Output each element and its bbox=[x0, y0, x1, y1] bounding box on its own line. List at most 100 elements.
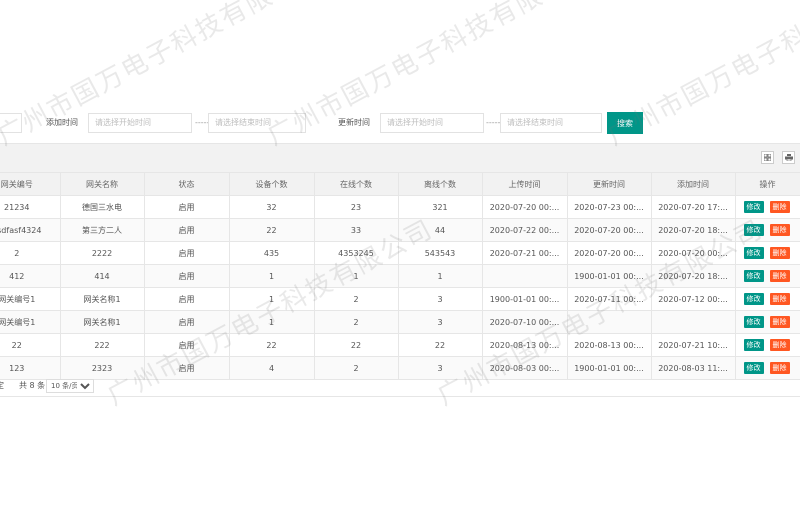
delete-button[interactable]: 删除 bbox=[769, 201, 790, 213]
cell-gateway-id: 2 bbox=[0, 241, 61, 265]
gateway-table: 网关编号 网关名称 状态 设备个数 在线个数 离线个数 上传时间 更新时间 添加… bbox=[0, 173, 800, 380]
cell-online-count: 2 bbox=[314, 287, 399, 311]
add-time-end-input[interactable]: 请选择结束时间 bbox=[208, 113, 306, 133]
delete-button[interactable]: 删除 bbox=[769, 339, 790, 351]
col-status[interactable]: 状态 bbox=[144, 173, 230, 196]
edit-button[interactable]: 修改 bbox=[743, 224, 764, 236]
table-row[interactable]: 21234 德国三水电 启用 32 23 321 2020-07-20 00:... 2020… bbox=[0, 195, 800, 219]
cell-upload-time: 1900-01-01 00:... bbox=[482, 287, 568, 311]
cell-offline-count: 543543 bbox=[398, 241, 483, 265]
edit-button[interactable]: 修改 bbox=[743, 362, 764, 374]
cell-online-count: 23 bbox=[314, 195, 399, 219]
page-size-select[interactable]: 10 条/页 bbox=[46, 379, 94, 393]
cell-actions: 修改 删除 bbox=[735, 218, 800, 242]
cell-gateway-name: 414 bbox=[60, 264, 145, 288]
delete-button[interactable]: 删除 bbox=[769, 224, 790, 236]
cell-gateway-name: 网关名称1 bbox=[60, 287, 145, 311]
cell-update-time: 2020-08-13 00:... bbox=[567, 333, 652, 357]
cell-status: 启用 bbox=[144, 195, 230, 219]
col-upload-time[interactable]: 上传时间 bbox=[482, 173, 568, 196]
grid-icon[interactable] bbox=[761, 151, 774, 164]
cell-gateway-id: 2sdfasf4324 bbox=[0, 218, 61, 242]
keyword-input[interactable] bbox=[0, 113, 22, 133]
pager-total: 共 8 条 bbox=[19, 381, 46, 390]
delete-button[interactable]: 删除 bbox=[769, 270, 790, 282]
add-time-label: 添加时间 bbox=[46, 118, 78, 127]
delete-button[interactable]: 删除 bbox=[769, 362, 790, 374]
cell-status: 启用 bbox=[144, 218, 230, 242]
delete-button[interactable]: 删除 bbox=[769, 247, 790, 259]
cell-status: 启用 bbox=[144, 287, 230, 311]
cell-upload-time bbox=[482, 264, 568, 288]
search-button[interactable]: 搜索 bbox=[607, 112, 643, 134]
cell-offline-count: 3 bbox=[398, 310, 483, 334]
cell-device-count: 22 bbox=[229, 333, 315, 357]
cell-status: 启用 bbox=[144, 264, 230, 288]
cell-device-count: 1 bbox=[229, 264, 315, 288]
cell-update-time: 2020-07-11 00:... bbox=[567, 287, 652, 311]
cell-online-count: 2 bbox=[314, 310, 399, 334]
add-time-start-input[interactable]: 请选择开始时间 bbox=[88, 113, 192, 133]
col-update-time[interactable]: 更新时间 bbox=[567, 173, 652, 196]
delete-button[interactable]: 删除 bbox=[769, 293, 790, 305]
col-actions: 操作 bbox=[735, 173, 800, 196]
col-add-time[interactable]: 添加时间 bbox=[651, 173, 736, 196]
edit-button[interactable]: 修改 bbox=[743, 316, 764, 328]
cell-add-time: 2020-07-21 10:... bbox=[651, 333, 736, 357]
cell-online-count: 22 bbox=[314, 333, 399, 357]
cell-gateway-id: 21234 bbox=[0, 195, 61, 219]
delete-button[interactable]: 删除 bbox=[769, 316, 790, 328]
cell-device-count: 435 bbox=[229, 241, 315, 265]
cell-add-time bbox=[651, 310, 736, 334]
gateway-table-container: 网关编号 网关名称 状态 设备个数 在线个数 离线个数 上传时间 更新时间 添加… bbox=[0, 143, 800, 380]
col-gateway-name[interactable]: 网关名称 bbox=[60, 173, 145, 196]
cell-add-time: 2020-07-12 00:... bbox=[651, 287, 736, 311]
update-time-label: 更新时间 bbox=[338, 118, 370, 127]
cell-device-count: 1 bbox=[229, 287, 315, 311]
table-row[interactable]: 网关编号1 网关名称1 启用 1 2 3 1900-01-01 00:... 2020-07-… bbox=[0, 287, 800, 311]
edit-button[interactable]: 修改 bbox=[743, 339, 764, 351]
table-row[interactable]: 2sdfasf4324第三方二人启用2233442020-07-22 00:..… bbox=[0, 218, 800, 242]
cell-upload-time: 2020-07-21 00:... bbox=[482, 241, 568, 265]
cell-gateway-id: 网关编号1 bbox=[0, 310, 61, 334]
edit-button[interactable]: 修改 bbox=[743, 201, 764, 213]
cell-gateway-name: 2222 bbox=[60, 241, 145, 265]
cell-actions: 修改 删除 bbox=[735, 287, 800, 311]
cell-offline-count: 3 bbox=[398, 287, 483, 311]
cell-status: 启用 bbox=[144, 310, 230, 334]
edit-button[interactable]: 修改 bbox=[743, 293, 764, 305]
table-body: 21234 德国三水电 启用 32 23 321 2020-07-20 00:... 2020… bbox=[0, 195, 800, 380]
pagination: 确定 共 8 条 10 条/页 bbox=[0, 376, 800, 397]
cell-online-count: 4353245 bbox=[314, 241, 399, 265]
cell-add-time: 2020-07-20 18:... bbox=[651, 218, 736, 242]
cell-add-time: 2020-07-20 17:... bbox=[651, 195, 736, 219]
print-icon[interactable] bbox=[782, 151, 795, 164]
cell-offline-count: 1 bbox=[398, 264, 483, 288]
cell-upload-time: 2020-08-13 00:... bbox=[482, 333, 568, 357]
update-time-range-dash: ----- bbox=[486, 118, 501, 127]
cell-actions: 修改 删除 bbox=[735, 241, 800, 265]
cell-update-time: 2020-07-20 00:... bbox=[567, 218, 652, 242]
table-row[interactable]: 2 2222 启用 435 4353245 543543 2020-07-21 00:...… bbox=[0, 241, 800, 265]
cell-upload-time: 2020-07-22 00:... bbox=[482, 218, 568, 242]
cell-online-count: 33 bbox=[314, 218, 399, 242]
cell-status: 启用 bbox=[144, 241, 230, 265]
cell-update-time bbox=[567, 310, 652, 334]
edit-button[interactable]: 修改 bbox=[743, 270, 764, 282]
table-toolbar bbox=[0, 143, 800, 173]
cell-device-count: 22 bbox=[229, 218, 315, 242]
pager-confirm-button[interactable]: 确定 bbox=[0, 376, 4, 396]
col-gateway-id[interactable]: 网关编号 bbox=[0, 173, 61, 196]
update-time-start-input[interactable]: 请选择开始时间 bbox=[380, 113, 484, 133]
col-offline-count[interactable]: 离线个数 bbox=[398, 173, 483, 196]
cell-actions: 修改 删除 bbox=[735, 333, 800, 357]
edit-button[interactable]: 修改 bbox=[743, 247, 764, 259]
cell-upload-time: 2020-07-20 00:... bbox=[482, 195, 568, 219]
cell-update-time: 2020-07-20 00:... bbox=[567, 241, 652, 265]
table-row[interactable]: 网关编号1 网关名称1 启用 1 2 3 2020-07-10 00:... 修改 删除 bbox=[0, 310, 800, 334]
table-row[interactable]: 22 222 启用 22 22 22 2020-08-13 00:... 2020-08-13… bbox=[0, 333, 800, 357]
update-time-end-input[interactable]: 请选择结束时间 bbox=[500, 113, 602, 133]
table-row[interactable]: 412 414 启用 1 1 1 1900-01-01 00:... 2020-07-20 1… bbox=[0, 264, 800, 288]
col-device-count[interactable]: 设备个数 bbox=[229, 173, 315, 196]
col-online-count[interactable]: 在线个数 bbox=[314, 173, 399, 196]
